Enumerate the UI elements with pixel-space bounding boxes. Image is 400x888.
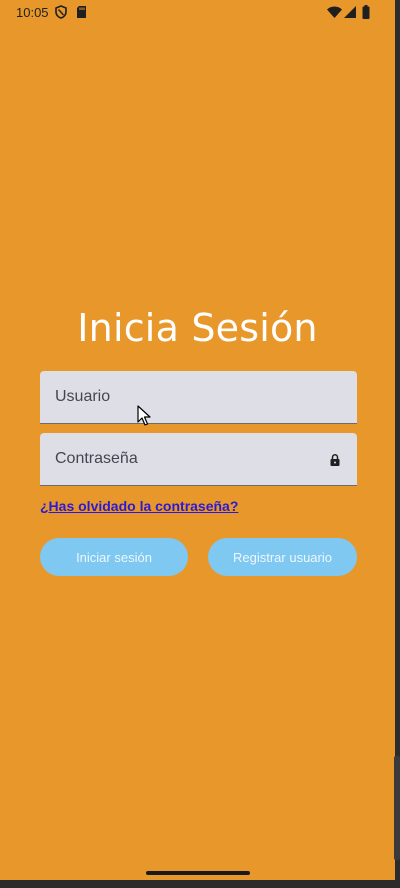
mouse-cursor-icon: [137, 405, 151, 426]
forgot-password-link[interactable]: ¿Has olvidado la contraseña?: [40, 498, 238, 514]
battery-icon: [362, 5, 370, 19]
password-input[interactable]: [40, 433, 357, 485]
page-title: Inicia Sesión: [77, 306, 318, 350]
username-input[interactable]: [40, 371, 357, 423]
register-button[interactable]: Registrar usuario: [208, 538, 357, 576]
shield-icon: [55, 5, 67, 19]
lock-icon: [330, 454, 340, 466]
navigation-handle[interactable]: [146, 871, 250, 875]
password-field[interactable]: [40, 433, 357, 486]
wifi-icon: [327, 6, 342, 18]
username-field[interactable]: [40, 371, 357, 424]
signal-icon: [344, 6, 356, 18]
app-screen: 10:05 Inicia Sesión Usuario ¿Has olvidad…: [0, 0, 395, 880]
status-bar: 10:05: [0, 0, 395, 26]
status-time: 10:05: [16, 5, 49, 20]
sd-card-icon: [77, 6, 86, 18]
scrollbar-thumb[interactable]: [394, 756, 400, 860]
login-button[interactable]: Iniciar sesión: [40, 538, 188, 576]
